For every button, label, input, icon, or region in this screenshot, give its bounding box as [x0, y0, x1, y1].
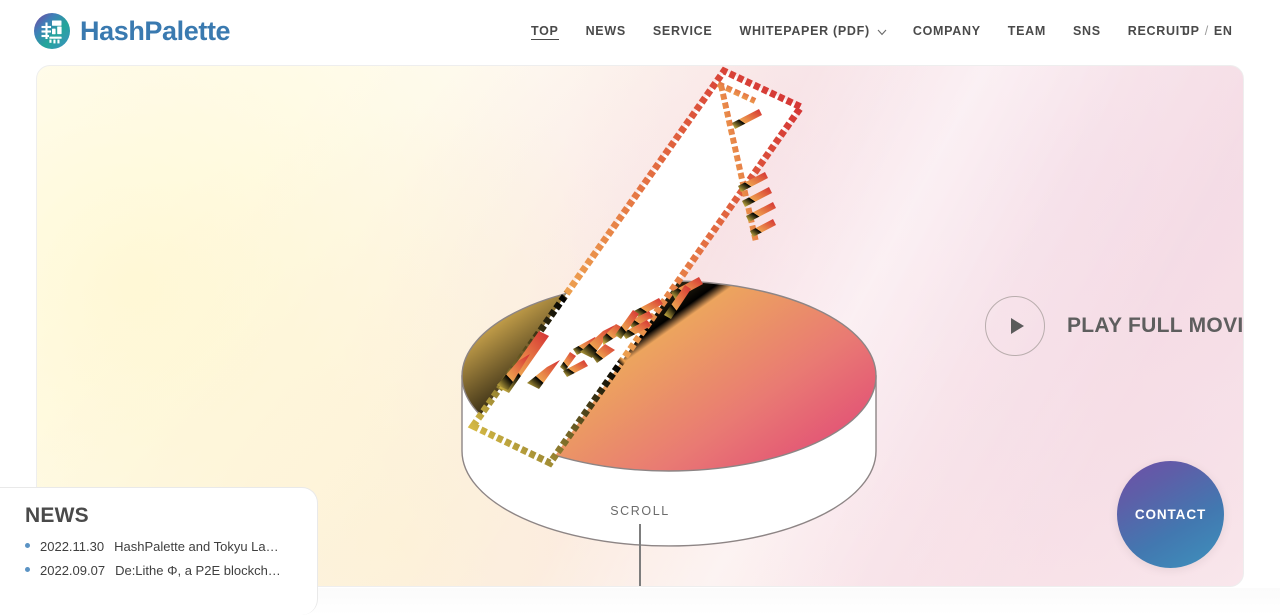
- play-full-movie-button[interactable]: PLAY FULL MOVIE: [985, 296, 1244, 356]
- brand-logo[interactable]: HashPalette: [33, 12, 231, 50]
- chevron-down-icon: [877, 27, 887, 36]
- nav-item-service[interactable]: SERVICE: [653, 22, 713, 40]
- nav-item-whitepaper[interactable]: WHITEPAPER (PDF): [739, 22, 887, 40]
- nav-item-whitepaper-label: WHITEPAPER (PDF): [739, 24, 870, 38]
- page-root: HashPalette TOP NEWS SERVICE WHITEPAPER …: [0, 0, 1280, 615]
- contact-button[interactable]: CONTACT: [1117, 461, 1224, 568]
- bullet-icon: [25, 543, 30, 548]
- bullet-icon: [25, 567, 30, 572]
- nav-item-company[interactable]: COMPANY: [913, 22, 981, 40]
- news-item-text: HashPalette and Tokyu La…: [114, 539, 279, 554]
- nav-item-recruit[interactable]: RECRUIT: [1128, 22, 1188, 40]
- news-title: NEWS: [25, 504, 89, 527]
- scroll-label: SCROLL: [610, 504, 670, 518]
- play-button-circle: [985, 296, 1045, 356]
- news-list-item[interactable]: 2022.09.07 De:Lithe Φ, a P2E blockch…: [25, 563, 317, 578]
- language-switcher: JP / EN: [1183, 24, 1233, 38]
- news-card: NEWS 2022.11.30 HashPalette and Tokyu La…: [0, 487, 318, 615]
- brand-name: HashPalette: [80, 15, 231, 46]
- site-header: HashPalette TOP NEWS SERVICE WHITEPAPER …: [0, 0, 1280, 62]
- nav-item-sns[interactable]: SNS: [1073, 22, 1101, 40]
- news-list-item[interactable]: 2022.11.30 HashPalette and Tokyu La…: [25, 539, 317, 554]
- nav-item-top[interactable]: TOP: [531, 22, 559, 40]
- contact-button-label: CONTACT: [1134, 507, 1207, 522]
- news-item-text: De:Lithe Φ, a P2E blockch…: [115, 563, 281, 578]
- play-triangle-icon: [1010, 318, 1024, 334]
- lang-jp[interactable]: JP: [1183, 24, 1200, 38]
- lang-separator: /: [1204, 24, 1209, 38]
- hashpalette-circle-logo-icon: [33, 12, 71, 50]
- nav-item-team[interactable]: TEAM: [1008, 22, 1046, 40]
- main-navigation: TOP NEWS SERVICE WHITEPAPER (PDF) COMPAN…: [531, 22, 1215, 40]
- play-full-movie-label: PLAY FULL MOVIE: [1067, 314, 1244, 337]
- news-item-date: 2022.11.30: [40, 539, 105, 554]
- nav-item-news[interactable]: NEWS: [586, 22, 626, 40]
- news-item-date: 2022.09.07: [40, 563, 106, 578]
- lang-en[interactable]: EN: [1214, 24, 1233, 38]
- scroll-line: [639, 524, 641, 586]
- news-list: 2022.11.30 HashPalette and Tokyu La… 202…: [25, 539, 317, 578]
